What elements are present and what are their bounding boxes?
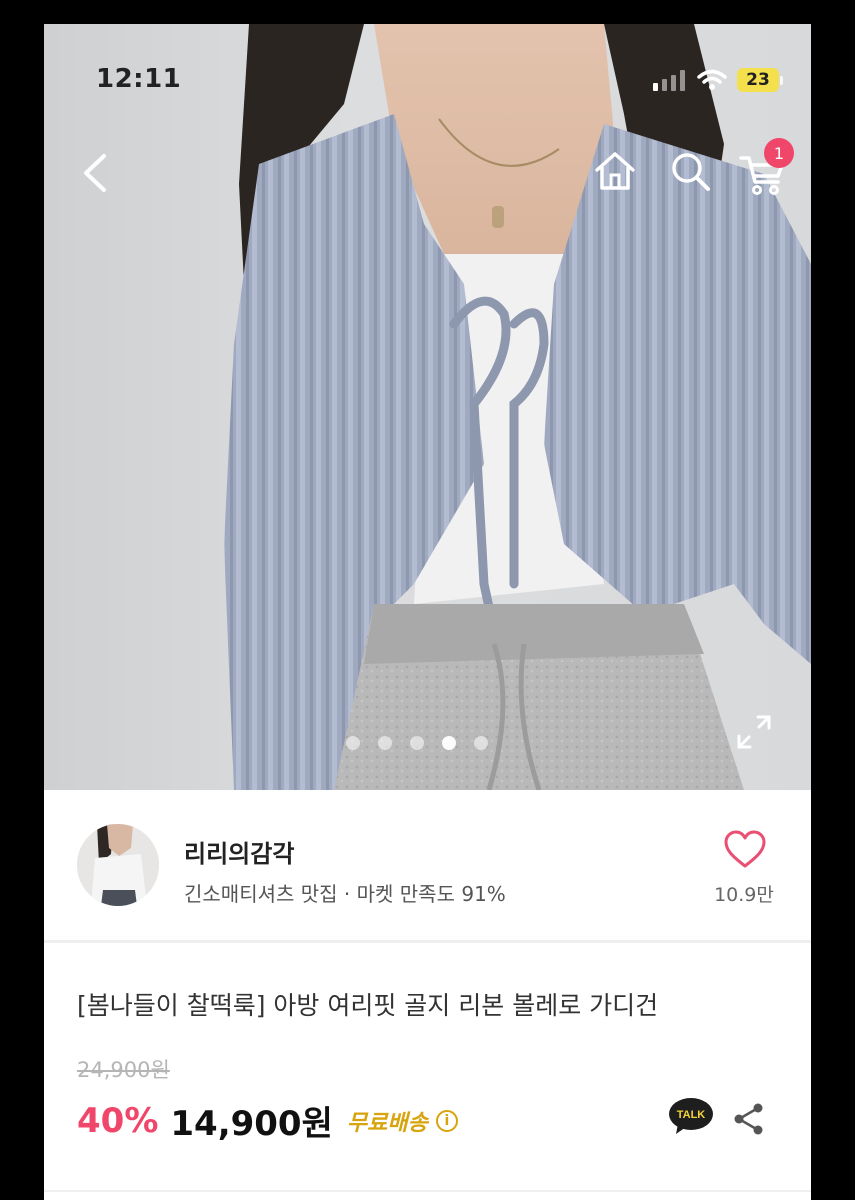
phone-screen: 12:11 23 1 리리의감각 긴소매티셔츠 맛집 · 마켓 만족도 91% … xyxy=(44,24,811,1200)
seller-section: 리리의감각 긴소매티셔츠 맛집 · 마켓 만족도 91% 10.9만 xyxy=(44,790,811,942)
avatar-image xyxy=(77,824,159,906)
talk-label: TALK xyxy=(677,1109,706,1121)
like-count: 10.9만 xyxy=(714,884,774,906)
carousel-dot[interactable] xyxy=(346,736,360,750)
home-icon[interactable] xyxy=(592,148,638,194)
store-description: 긴소매티셔츠 맛집 · 마켓 만족도 91% xyxy=(184,882,506,906)
status-time: 12:11 xyxy=(96,64,182,94)
carousel-dot[interactable] xyxy=(378,736,392,750)
carousel-indicator xyxy=(346,736,488,750)
share-icon[interactable] xyxy=(732,1102,766,1136)
heart-icon[interactable] xyxy=(720,830,770,870)
cellular-signal-icon xyxy=(653,70,685,91)
product-title: [봄나들이 찰떡룩] 아방 여리핏 골지 리본 볼레로 가디건 xyxy=(77,991,659,1020)
free-shipping-label: 무료배송 xyxy=(346,1110,428,1136)
original-price: 24,900원 xyxy=(77,1058,170,1082)
search-icon[interactable] xyxy=(668,148,712,194)
discount-rate: 40% xyxy=(77,1100,159,1141)
section-divider xyxy=(44,940,811,943)
info-icon[interactable]: i xyxy=(435,1109,458,1132)
carousel-dot-active[interactable] xyxy=(442,736,456,750)
carousel-dot[interactable] xyxy=(474,736,488,750)
battery-indicator: 23 xyxy=(737,68,783,92)
section-divider-bottom xyxy=(44,1190,811,1192)
cart-count-badge: 1 xyxy=(764,138,794,168)
talk-icon[interactable]: TALK xyxy=(668,1096,714,1136)
store-name[interactable]: 리리의감각 xyxy=(184,834,294,869)
status-icons: 23 xyxy=(653,68,783,92)
battery-level: 23 xyxy=(737,68,779,92)
seller-avatar[interactable] xyxy=(77,824,159,906)
chevron-left-icon[interactable] xyxy=(78,150,112,196)
carousel-dot[interactable] xyxy=(410,736,424,750)
expand-icon[interactable] xyxy=(736,714,772,750)
product-photo xyxy=(224,24,811,790)
battery-tip xyxy=(780,75,783,85)
product-image-carousel[interactable]: 12:11 23 1 xyxy=(44,24,811,790)
sale-price: 14,900원 xyxy=(170,1104,333,1144)
status-bar: 12:11 23 xyxy=(44,24,811,134)
price-row: 40% 14,900원 무료배송 i xyxy=(77,1096,458,1145)
wifi-icon xyxy=(697,69,727,90)
